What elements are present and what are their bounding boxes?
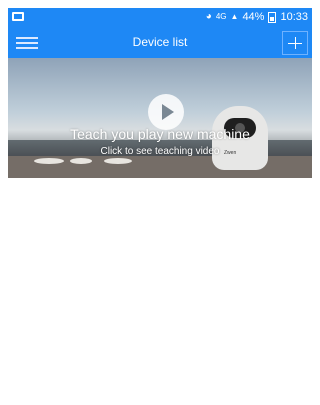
clock-time: 10:33 bbox=[280, 11, 308, 23]
banner-title: Teach you play new machine bbox=[70, 126, 250, 142]
status-bar: ◕ 4G ▲ 44% 10:33 bbox=[8, 8, 312, 28]
play-button[interactable] bbox=[148, 94, 184, 130]
battery-icon bbox=[268, 11, 277, 23]
status-indicators: ◕ 4G ▲ 44% 10:33 bbox=[206, 11, 308, 23]
banner-subtitle[interactable]: Click to see teaching video bbox=[8, 146, 312, 157]
app-bar: Device list bbox=[8, 28, 312, 58]
battery-percentage: 44% bbox=[242, 11, 265, 23]
tutorial-banner[interactable]: Zwen Teach you play new machine Click to… bbox=[8, 58, 312, 178]
signal-icon: ▲ bbox=[230, 12, 239, 21]
add-device-button[interactable] bbox=[282, 31, 308, 55]
network-type: 4G bbox=[215, 12, 227, 21]
app-frame: ◕ 4G ▲ 44% 10:33 Device list Zwen Teach … bbox=[8, 8, 312, 397]
page-title: Device list bbox=[132, 35, 188, 49]
wifi-icon: ◕ bbox=[205, 11, 212, 22]
notification-icon bbox=[12, 12, 24, 21]
